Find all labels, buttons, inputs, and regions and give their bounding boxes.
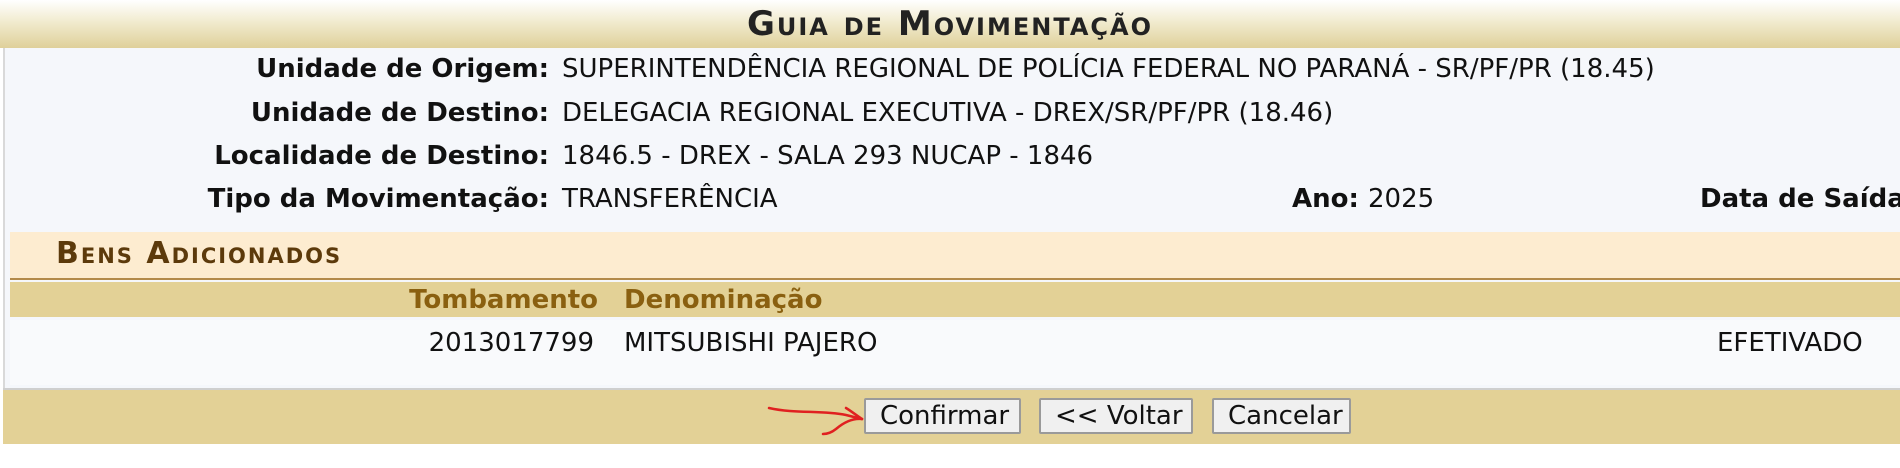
data-saida-label: Data de Saída [1700,184,1900,214]
localidade-destino-value: 1846.5 - DREX - SALA 293 NUCAP - 1846 [562,141,1094,171]
guia-movimentacao-page: Guia de Movimentação Unidade de Origem: … [0,0,1900,468]
table-row [10,320,1900,385]
cancelar-button[interactable]: Cancelar [1212,398,1351,434]
cell-tombamento: 2013017799 [428,328,594,358]
page-title: Guia de Movimentação [746,4,1154,44]
ano-value: 2025 [1368,184,1435,214]
unidade-destino-value: DELEGACIA REGIONAL EXECUTIVA - DREX/SR/P… [562,98,1334,128]
cell-status: EFETIVADO [1717,328,1863,358]
ano-label: Ano: [1292,184,1359,214]
red-arrow-annotation-icon [767,406,864,436]
cell-denominacao: MITSUBISHI PAJERO [624,328,878,358]
column-header-denominacao: Denominação [624,285,823,315]
bens-section-title: Bens Adicionados [56,236,343,271]
tipo-movimentacao-value: TRANSFERÊNCIA [562,184,778,214]
bens-table-header [10,282,1900,317]
tipo-movimentacao-label: Tipo da Movimentação: [207,184,549,214]
confirmar-button[interactable]: Confirmar [864,398,1021,434]
unidade-destino-label: Unidade de Destino: [250,98,549,128]
unidade-origem-label: Unidade de Origem: [256,54,549,84]
bottom-margin [0,444,1900,468]
voltar-button[interactable]: << Voltar [1039,398,1193,434]
column-header-tombamento: Tombamento [409,285,598,315]
localidade-destino-label: Localidade de Destino: [214,141,549,171]
unidade-origem-value: SUPERINTENDÊNCIA REGIONAL DE POLÍCIA FED… [562,54,1655,84]
